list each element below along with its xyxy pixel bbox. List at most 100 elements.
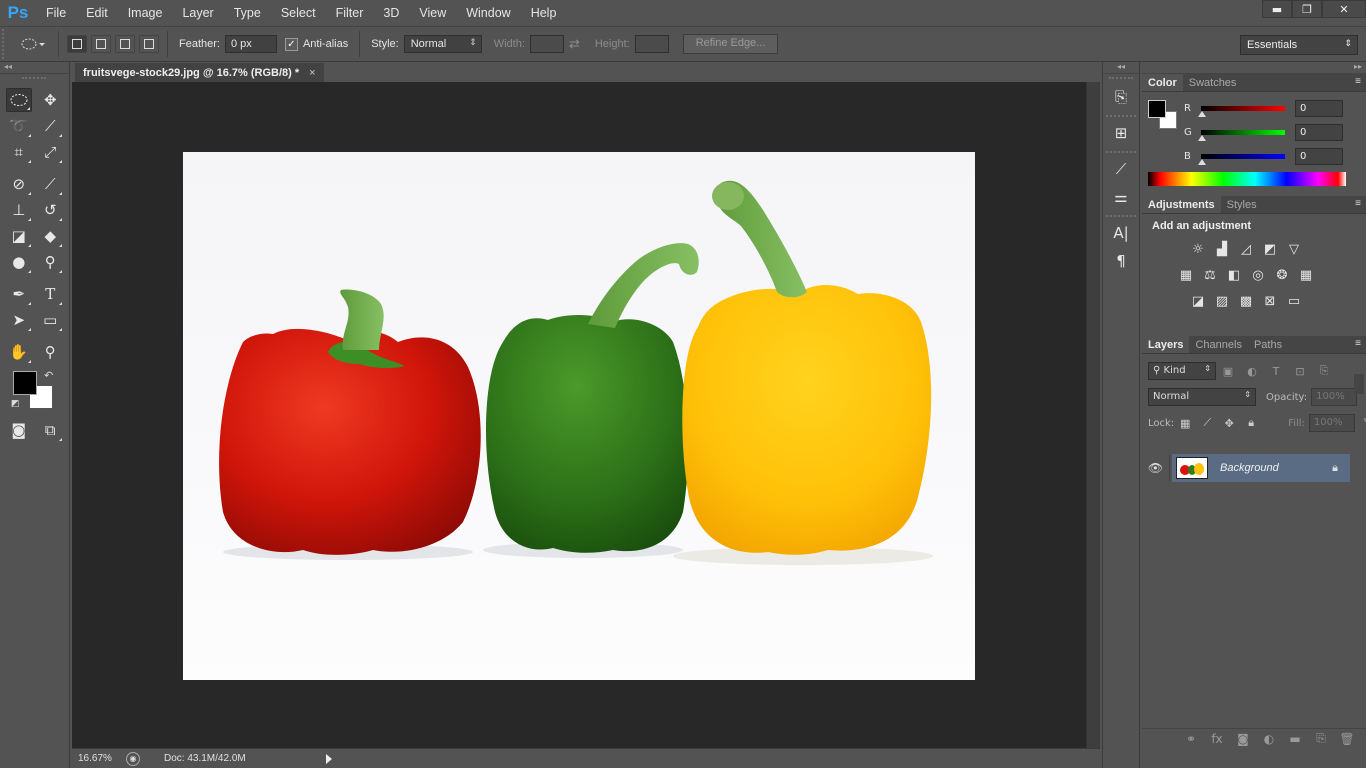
history-brush-tool[interactable]: ↺ <box>38 198 64 222</box>
healing-brush-tool[interactable]: ⊘ <box>6 172 32 196</box>
tab-channels[interactable]: Channels <box>1189 336 1247 353</box>
rectangle-tool[interactable]: ▭ <box>38 308 64 332</box>
subtract-selection-button[interactable] <box>115 35 135 53</box>
vertical-scrollbar[interactable] <box>1086 82 1100 748</box>
filter-smart-object-icon[interactable]: ⎘ <box>1312 364 1336 378</box>
hand-tool[interactable]: ✋ <box>6 340 32 364</box>
menu-edit[interactable]: Edit <box>76 0 118 26</box>
add-mask-icon[interactable]: ◙ <box>1230 732 1256 746</box>
swap-colors-icon[interactable]: ↶ <box>44 369 53 382</box>
layer-row[interactable]: 👁︎ Background 🔒︎ <box>1142 454 1352 482</box>
tab-layers[interactable]: Layers <box>1142 336 1190 353</box>
new-adjustment-layer-icon[interactable]: ◐ <box>1256 732 1282 746</box>
paint-bucket-tool[interactable]: ◆ <box>38 224 64 248</box>
paragraph-panel-icon[interactable]: ¶ <box>1106 249 1136 273</box>
type-tool[interactable]: T <box>38 282 64 306</box>
color-balance-icon[interactable]: ⚖ <box>1198 266 1222 284</box>
eraser-tool[interactable]: ◪ <box>6 224 32 248</box>
green-slider[interactable] <box>1198 129 1285 141</box>
new-layer-icon[interactable]: ⎘ <box>1308 731 1334 746</box>
default-colors-icon[interactable]: ◩ <box>11 399 20 409</box>
posterize-icon[interactable]: ▨ <box>1210 292 1234 310</box>
quick-selection-tool[interactable]: ⟋ <box>38 114 64 138</box>
path-selection-tool[interactable]: ➤ <box>6 308 32 332</box>
crop-tool[interactable]: ⌗ <box>6 140 32 164</box>
layers-scrollbar[interactable] <box>1354 374 1364 394</box>
slider-thumb[interactable] <box>1198 134 1206 141</box>
menu-window[interactable]: Window <box>456 0 520 26</box>
intersect-selection-button[interactable] <box>139 35 159 53</box>
filter-adjustment-icon[interactable]: ◐ <box>1240 365 1264 378</box>
filter-type-icon[interactable]: T <box>1264 365 1288 378</box>
document-tab[interactable]: fruitsvege-stock29.jpg @ 16.7% (RGB/8) *… <box>75 63 324 82</box>
screen-mode-button[interactable]: ⧉ <box>38 418 64 442</box>
color-spectrum-bar[interactable] <box>1148 172 1346 186</box>
zoom-tool[interactable]: ⚲ <box>38 340 64 364</box>
marquee-tool[interactable] <box>6 88 32 112</box>
curves-icon[interactable]: ◿ <box>1234 240 1258 258</box>
vibrance-icon[interactable]: ▽ <box>1282 240 1306 258</box>
minimize-button[interactable]: ▬ <box>1262 0 1292 18</box>
tab-styles[interactable]: Styles <box>1221 196 1263 213</box>
black-white-icon[interactable]: ◧ <box>1222 266 1246 284</box>
brightness-contrast-icon[interactable]: ☼ <box>1186 240 1210 258</box>
delete-layer-icon[interactable]: 🗑︎ <box>1334 732 1360 746</box>
photo-filter-icon[interactable]: ◎ <box>1246 266 1270 284</box>
character-panel-icon[interactable]: A| <box>1106 221 1136 245</box>
menu-image[interactable]: Image <box>118 0 173 26</box>
foreground-color-swatch[interactable] <box>13 371 37 395</box>
lock-all-icon[interactable]: 🔒︎ <box>1240 416 1262 430</box>
filter-shape-icon[interactable]: ⊡ <box>1288 365 1312 378</box>
gradient-map-icon[interactable]: ▭ <box>1282 292 1306 310</box>
red-value[interactable]: 0 <box>1295 99 1343 117</box>
layer-style-fx-icon[interactable]: fx <box>1204 732 1230 746</box>
quick-mask-button[interactable]: ◙ <box>6 418 32 442</box>
workspace-select[interactable]: Essentials <box>1240 35 1358 55</box>
threshold-icon[interactable]: ▩ <box>1234 292 1258 310</box>
lock-pixels-icon[interactable]: ⟋ <box>1196 416 1218 430</box>
lasso-tool[interactable]: ➰ <box>6 114 32 138</box>
menu-filter[interactable]: Filter <box>326 0 374 26</box>
menu-help[interactable]: Help <box>521 0 567 26</box>
menu-select[interactable]: Select <box>271 0 326 26</box>
blue-value[interactable]: 0 <box>1295 147 1343 165</box>
antialias-checkbox[interactable]: ✓ <box>284 37 298 51</box>
selective-color-icon[interactable]: ⊠ <box>1258 292 1282 310</box>
foreground-color[interactable] <box>1148 100 1166 118</box>
height-input[interactable] <box>634 35 669 53</box>
new-selection-button[interactable] <box>67 35 87 53</box>
options-grip[interactable] <box>2 29 14 59</box>
channel-mixer-icon[interactable]: ❂ <box>1270 266 1294 284</box>
menu-view[interactable]: View <box>409 0 456 26</box>
tool-preset-picker[interactable] <box>14 30 52 58</box>
proof-icon[interactable]: ◉ <box>126 751 140 766</box>
tab-adjustments[interactable]: Adjustments <box>1142 196 1221 213</box>
document-image[interactable] <box>183 152 975 680</box>
link-layers-icon[interactable]: ⚭ <box>1178 732 1204 746</box>
blur-tool[interactable]: ● <box>6 250 32 274</box>
fill-input[interactable]: 100% <box>1308 414 1366 432</box>
slider-thumb[interactable] <box>1198 110 1206 117</box>
refine-edge-button[interactable]: Refine Edge... <box>682 34 779 54</box>
close-tab-icon[interactable]: × <box>309 67 315 79</box>
layer-selected[interactable]: Background 🔒︎ <box>1172 454 1350 482</box>
tab-color[interactable]: Color <box>1142 74 1183 91</box>
zoom-level[interactable]: 16.67% <box>72 753 114 764</box>
swap-dimensions-icon[interactable]: ⇄ <box>569 36 580 52</box>
menu-type[interactable]: Type <box>224 0 271 26</box>
width-input[interactable] <box>529 35 564 53</box>
close-button[interactable]: ✕ <box>1322 0 1366 18</box>
menu-file[interactable]: File <box>36 0 76 26</box>
brush-presets-icon[interactable]: ⚌ <box>1106 185 1136 209</box>
brush-tool[interactable]: ⟋ <box>38 172 64 196</box>
tab-swatches[interactable]: Swatches <box>1183 74 1243 91</box>
lock-transparent-icon[interactable]: ▦ <box>1174 417 1196 430</box>
layer-name[interactable]: Background <box>1220 462 1279 474</box>
layer-filter-kind-select[interactable]: ⚲ Kind <box>1148 362 1216 380</box>
pen-tool[interactable]: ✒ <box>6 282 32 306</box>
status-menu-arrow-icon[interactable] <box>326 753 332 764</box>
lock-position-icon[interactable]: ✥ <box>1218 417 1240 430</box>
history-panel-icon[interactable]: ⎘ <box>1106 85 1136 109</box>
visibility-eye-icon[interactable]: 👁︎ <box>1142 454 1170 482</box>
properties-panel-icon[interactable]: ⊞ <box>1106 121 1136 145</box>
